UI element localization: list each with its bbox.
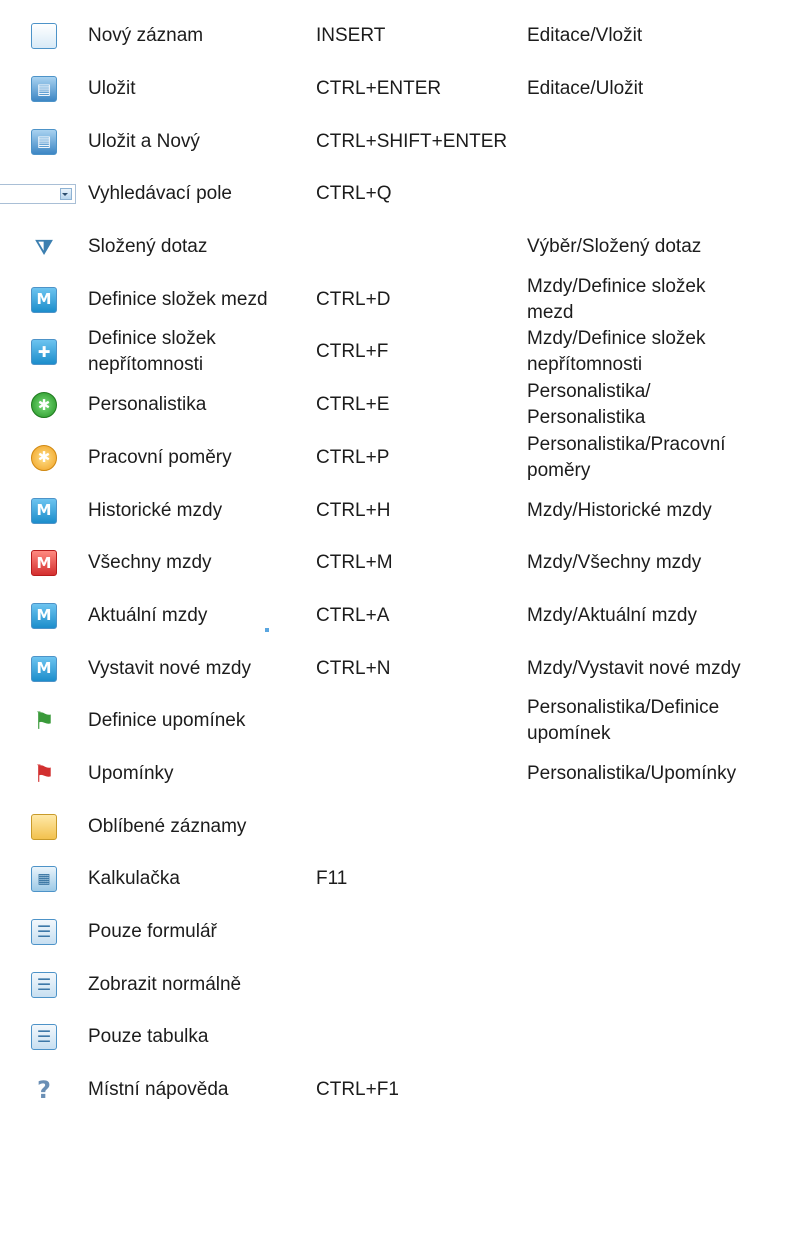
new-record-icon[interactable] — [31, 23, 57, 50]
issue-wages-icon[interactable]: M — [31, 655, 57, 682]
compound-query-icon[interactable]: ⧩ — [31, 234, 57, 260]
table-row: M Aktuální mzdy CTRL+A Mzdy/Aktuální mzd… — [0, 590, 790, 643]
table-row: ▦ Kalkulačka F11 — [0, 853, 790, 906]
menu-path: Editace/Uložit — [527, 78, 644, 100]
shortcut-key: CTRL+H — [316, 499, 391, 521]
shortcut-key: CTRL+A — [316, 604, 390, 626]
shortcut-key: F11 — [316, 868, 348, 890]
menu-path: Mzdy/Aktuální mzdy — [527, 604, 697, 626]
command-name: Uložit — [88, 78, 136, 100]
table-only-icon[interactable]: ☰ — [31, 1024, 57, 1051]
shortcut-key: CTRL+Q — [316, 183, 392, 205]
table-row: Oblíbené záznamy — [0, 800, 790, 853]
shortcut-key: CTRL+M — [316, 552, 393, 574]
command-name: Pouze formulář — [88, 921, 217, 943]
shortcut-key: CTRL+E — [316, 394, 390, 416]
table-row: ▤ Uložit CTRL+ENTER Editace/Uložit — [0, 63, 790, 116]
absence-components-icon[interactable]: ✚ — [31, 339, 57, 366]
table-row: M Definice složek mezd CTRL+D Mzdy/Defin… — [0, 273, 790, 326]
reminders-icon[interactable]: ⚑ — [31, 761, 57, 787]
personnel-icon[interactable]: ✱ — [31, 392, 57, 419]
normal-view-icon[interactable]: ☰ — [31, 971, 57, 998]
table-row: ☰ Zobrazit normálně — [0, 958, 790, 1011]
command-name: Definice složek nepřítomnosti — [88, 328, 216, 376]
table-row: M Historické mzdy CTRL+H Mzdy/Historické… — [0, 484, 790, 537]
shortcut-key: CTRL+F — [316, 341, 389, 363]
command-name: Pracovní poměry — [88, 446, 232, 468]
command-name: Historické mzdy — [88, 499, 223, 521]
command-name: Místní nápověda — [88, 1079, 229, 1101]
search-field-combo[interactable] — [0, 184, 76, 205]
menu-path: Personalistika/Definice upomínek — [527, 697, 720, 745]
shortcut-key: INSERT — [316, 25, 386, 47]
menu-path: Personalistika/Pracovní poměry — [527, 433, 726, 481]
table-row: ✱ Pracovní poměry CTRL+P Personalistika/… — [0, 432, 790, 485]
reminder-definitions-icon[interactable]: ⚑ — [31, 708, 57, 734]
shortcut-key: CTRL+D — [316, 288, 391, 310]
favorites-folder-icon[interactable] — [31, 813, 57, 840]
command-name: Nový záznam — [88, 25, 204, 47]
table-row: M Vystavit nové mzdy CTRL+N Mzdy/Vystavi… — [0, 642, 790, 695]
shortcut-key: CTRL+N — [316, 657, 391, 679]
table-row: ⚑ Definice upomínek Personalistika/Defin… — [0, 695, 790, 748]
shortcut-table: Nový záznam INSERT Editace/Vložit ▤ Ulož… — [0, 10, 790, 1116]
menu-path: Personalistika/Upomínky — [527, 762, 737, 784]
table-row: ▤ Uložit a Nový CTRL+SHIFT+ENTER — [0, 115, 790, 168]
menu-path: Mzdy/Vystavit nové mzdy — [527, 657, 741, 679]
table-row: ? Místní nápověda CTRL+F1 — [0, 1064, 790, 1117]
command-name: Personalistika — [88, 394, 207, 416]
all-wages-icon[interactable]: M — [31, 550, 57, 577]
table-row: ✚ Definice složek nepřítomnosti CTRL+F M… — [0, 326, 790, 379]
command-name: Zobrazit normálně — [88, 973, 242, 995]
menu-path: Mzdy/Definice složek nepřítomnosti — [527, 328, 706, 376]
command-name: Všechny mzdy — [88, 552, 212, 574]
save-icon[interactable]: ▤ — [31, 76, 57, 103]
command-name: Pouze tabulka — [88, 1026, 209, 1048]
calculator-icon[interactable]: ▦ — [31, 866, 57, 893]
employment-icon[interactable]: ✱ — [31, 444, 57, 471]
table-row: Vyhledávací pole CTRL+Q — [0, 168, 790, 221]
table-row: ✱ Personalistika CTRL+E Personalistika/ … — [0, 379, 790, 432]
menu-path: Personalistika/ Personalistika — [527, 381, 651, 429]
command-name: Kalkulačka — [88, 868, 180, 890]
command-name: Uložit a Nový — [88, 130, 200, 152]
table-row: M Všechny mzdy CTRL+M Mzdy/Všechny mzdy — [0, 537, 790, 590]
command-name: Oblíbené záznamy — [88, 815, 247, 837]
table-row: ⚑ Upomínky Personalistika/Upomínky — [0, 748, 790, 801]
historical-wages-icon[interactable]: M — [31, 497, 57, 524]
save-and-new-icon[interactable]: ▤ — [31, 128, 57, 155]
shortcut-key: CTRL+P — [316, 446, 390, 468]
menu-path: Výběr/Složený dotaz — [527, 236, 702, 258]
menu-path: Editace/Vložit — [527, 25, 643, 47]
command-name: Vystavit nové mzdy — [88, 657, 251, 679]
command-name: Aktuální mzdy — [88, 604, 208, 626]
command-name: Složený dotaz — [88, 236, 208, 258]
table-row: ⧩ Složený dotaz Výběr/Složený dotaz — [0, 221, 790, 274]
local-help-icon[interactable]: ? — [31, 1077, 57, 1103]
shortcut-key: CTRL+SHIFT+ENTER — [316, 130, 508, 152]
command-name: Definice složek mezd — [88, 288, 268, 310]
command-name: Definice upomínek — [88, 710, 246, 732]
command-name: Upomínky — [88, 762, 174, 784]
wage-components-icon[interactable]: M — [31, 286, 57, 313]
form-only-icon[interactable]: ☰ — [31, 919, 57, 946]
current-wages-icon[interactable]: M — [31, 602, 57, 629]
shortcut-key: CTRL+F1 — [316, 1079, 399, 1101]
menu-path: Mzdy/Definice složek mezd — [527, 275, 706, 323]
menu-path: Mzdy/Všechny mzdy — [527, 552, 702, 574]
table-row: Nový záznam INSERT Editace/Vložit — [0, 10, 790, 63]
artifact-dot — [265, 628, 269, 632]
command-name: Vyhledávací pole — [88, 183, 233, 205]
table-row: ☰ Pouze tabulka — [0, 1011, 790, 1064]
menu-path: Mzdy/Historické mzdy — [527, 499, 712, 521]
shortcut-key: CTRL+ENTER — [316, 78, 442, 100]
table-row: ☰ Pouze formulář — [0, 906, 790, 959]
